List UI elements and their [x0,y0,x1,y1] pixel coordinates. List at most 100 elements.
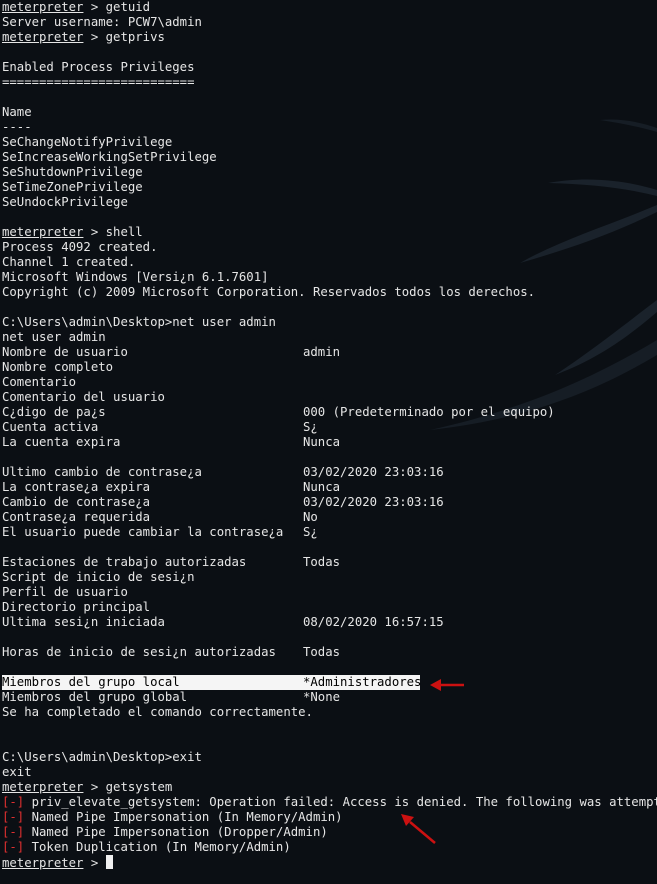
field-name: La cuenta expira [2,435,121,449]
field-value: 000 (Predeterminado por el equipo) [303,405,555,419]
error-message: Named Pipe Impersonation (In Memory/Admi… [24,810,343,824]
prompt-label: meterpreter [2,780,84,794]
field-name: Estaciones de trabajo autorizadas [2,555,247,569]
field-value: S¿ [303,420,318,434]
output-line: exit [2,765,32,779]
text-cursor[interactable] [105,855,113,869]
field-value: 03/02/2020 23:03:16 [303,495,444,509]
output-line: net user admin [2,330,106,344]
prompt-separator: > [83,30,106,44]
key-value-line: Perfil de usuario [2,585,655,600]
key-value-line: Estaciones de trabajo autorizadas Todas [2,555,655,570]
key-value-line: La cuenta expira Nunca [2,435,655,450]
command-text: getprivs [105,30,165,44]
output-line: Name [2,105,32,119]
error-line: [-] Named Pipe Impersonation (Dropper/Ad… [2,825,655,840]
command-text: shell [105,225,143,239]
output-line: SeTimeZonePrivilege [2,180,143,194]
error-line: [-] priv_elevate_getsystem: Operation fa… [2,795,657,810]
field-value: Nunca [303,435,341,449]
key-value-line: Nombre de usuario admin [2,345,655,360]
prompt-line: meterpreter > getsystem [2,780,655,795]
key-value-line: Cuenta activa S¿ [2,420,655,435]
field-name: Ultimo cambio de contrase¿a [2,465,202,479]
output-line: ========================== [2,75,195,89]
key-value-line: Ultimo cambio de contrase¿a 03/02/2020 23… [2,465,655,480]
prompt-separator: > [83,856,106,870]
red-arrow-left-icon [430,679,464,691]
error-tag: [-] [2,810,25,824]
output-line: Channel 1 created. [2,255,136,269]
command-text: getuid [105,0,151,14]
key-value-line: Ultima sesi¿n iniciada 08/02/2020 16:57:1… [2,615,655,630]
field-name: Miembros del grupo global [2,690,188,704]
field-name: C¿digo de pa¿s [2,405,106,419]
prompt-separator: > [83,780,106,794]
command-text: getsystem [105,780,173,794]
error-message: Token Duplication (In Memory/Admin) [24,840,291,854]
terminal-output[interactable]: meterpreter > getuid Server username: PCW… [2,0,657,870]
field-name: Comentario del usuario [2,390,165,404]
prompt-line: meterpreter > getprivs [2,30,655,45]
error-message: priv_elevate_getsystem: Operation failed… [24,795,657,809]
key-value-line: Nombre completo [2,360,655,375]
key-value-line: Miembros del grupo global *None [2,690,655,705]
field-value: *None [303,690,341,704]
field-name: El usuario puede cambiar la contrase¿a [2,525,284,539]
output-line: Copyright (c) 2009 Microsoft Corporation… [2,285,536,299]
error-tag: [-] [2,840,25,854]
field-value: S¿ [303,525,318,539]
output-line: Server username: PCW7\admin [2,15,202,29]
output-line: C:\Users\admin\Desktop>net user admin [2,315,276,329]
key-value-line: Directorio principal [2,600,655,615]
output-line: C:\Users\admin\Desktop>exit [2,750,202,764]
key-value-line: Comentario del usuario [2,390,655,405]
output-line: Enabled Process Privileges [2,60,195,74]
field-value: Nunca [303,480,341,494]
error-message: Named Pipe Impersonation (Dropper/Admin) [24,825,328,839]
field-name: Ultima sesi¿n iniciada [2,615,165,629]
output-line: Process 4092 created. [2,240,158,254]
field-value: Todas [303,555,341,569]
output-line: SeIncreaseWorkingSetPrivilege [2,150,217,164]
prompt-line: meterpreter > shell [2,225,655,240]
key-value-line: Comentario [2,375,655,390]
highlighted-output-line: Miembros del grupo local *Administradores [2,675,421,690]
prompt-label: meterpreter [2,225,84,239]
error-tag: [-] [2,795,25,809]
output-line: Se ha completado el comando correctament… [2,705,313,719]
key-value-line: Cambio de contrase¿a 03/02/2020 23:03:16 [2,495,655,510]
field-value: 03/02/2020 23:03:16 [303,465,444,479]
key-value-line: C¿digo de pa¿s 000 (Predeterminado por el… [2,405,655,420]
error-line: [-] Named Pipe Impersonation (In Memory/… [2,810,655,825]
field-name: Miembros del grupo local [2,675,180,689]
field-name: La contrase¿a expira [2,480,151,494]
prompt-separator: > [83,225,106,239]
key-value-line: Script de inicio de sesi¿n [2,570,655,585]
prompt-label: meterpreter [2,30,84,44]
prompt-label: meterpreter [2,0,84,14]
output-line: Microsoft Windows [Versi¿n 6.1.7601] [2,270,269,284]
key-value-line: El usuario puede cambiar la contrase¿a S¿ [2,525,655,540]
key-value-line: Horas de inicio de sesi¿n autorizadas Tod… [2,645,655,660]
active-prompt-line: meterpreter > [2,855,655,870]
field-value: 08/02/2020 16:57:15 [303,615,444,629]
field-name: Comentario [2,375,77,389]
output-line: ---- [2,120,32,134]
error-line: [-] Token Duplication (In Memory/Admin) [2,840,655,855]
field-name: Contrase¿a requerida [2,510,151,524]
field-name: Script de inicio de sesi¿n [2,570,195,584]
field-name: Cuenta activa [2,420,99,434]
prompt-label: meterpreter [2,856,84,870]
field-name: Perfil de usuario [2,585,128,599]
output-line: SeChangeNotifyPrivilege [2,135,173,149]
